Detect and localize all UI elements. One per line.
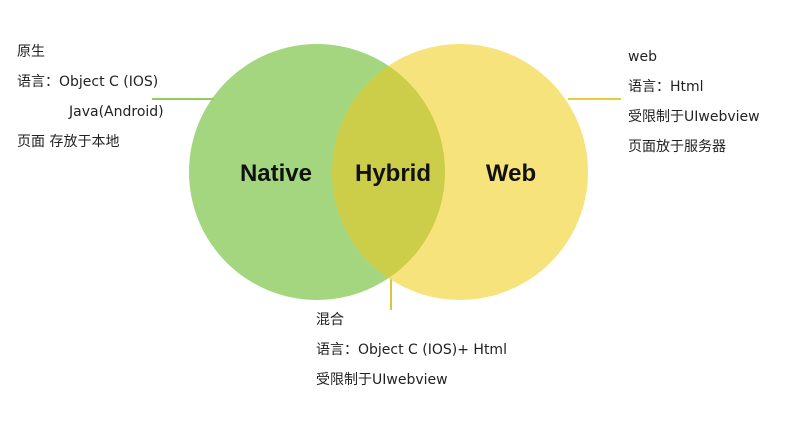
web-label: Web	[486, 160, 536, 187]
native-notes-language: 语言：Object C (IOS)	[17, 74, 159, 90]
hybrid-notes-title: 混合	[316, 312, 344, 328]
native-notes-language-2: Java(Android)	[69, 104, 164, 120]
web-notes: web 语言：Html 受限制于UIwebview 页面放于服务器	[628, 47, 760, 157]
hybrid-notes: 混合 语言：Object C (IOS)+ Html 受限制于UIwebview	[316, 310, 507, 390]
native-label: Native	[240, 160, 312, 187]
web-notes-limit: 受限制于UIwebview	[628, 109, 760, 125]
hybrid-label: Hybrid	[355, 160, 431, 187]
web-notes-title: web	[628, 49, 657, 65]
native-notes-title: 原生	[17, 44, 45, 60]
web-notes-language: 语言：Html	[628, 79, 704, 95]
native-notes-page: 页面 存放于本地	[17, 134, 120, 150]
hybrid-notes-limit: 受限制于UIwebview	[316, 372, 448, 388]
web-notes-page: 页面放于服务器	[628, 139, 726, 155]
native-notes: 原生 语言：Object C (IOS) Java(Android) 页面 存放…	[17, 42, 164, 152]
hybrid-notes-language: 语言：Object C (IOS)+ Html	[316, 342, 507, 358]
